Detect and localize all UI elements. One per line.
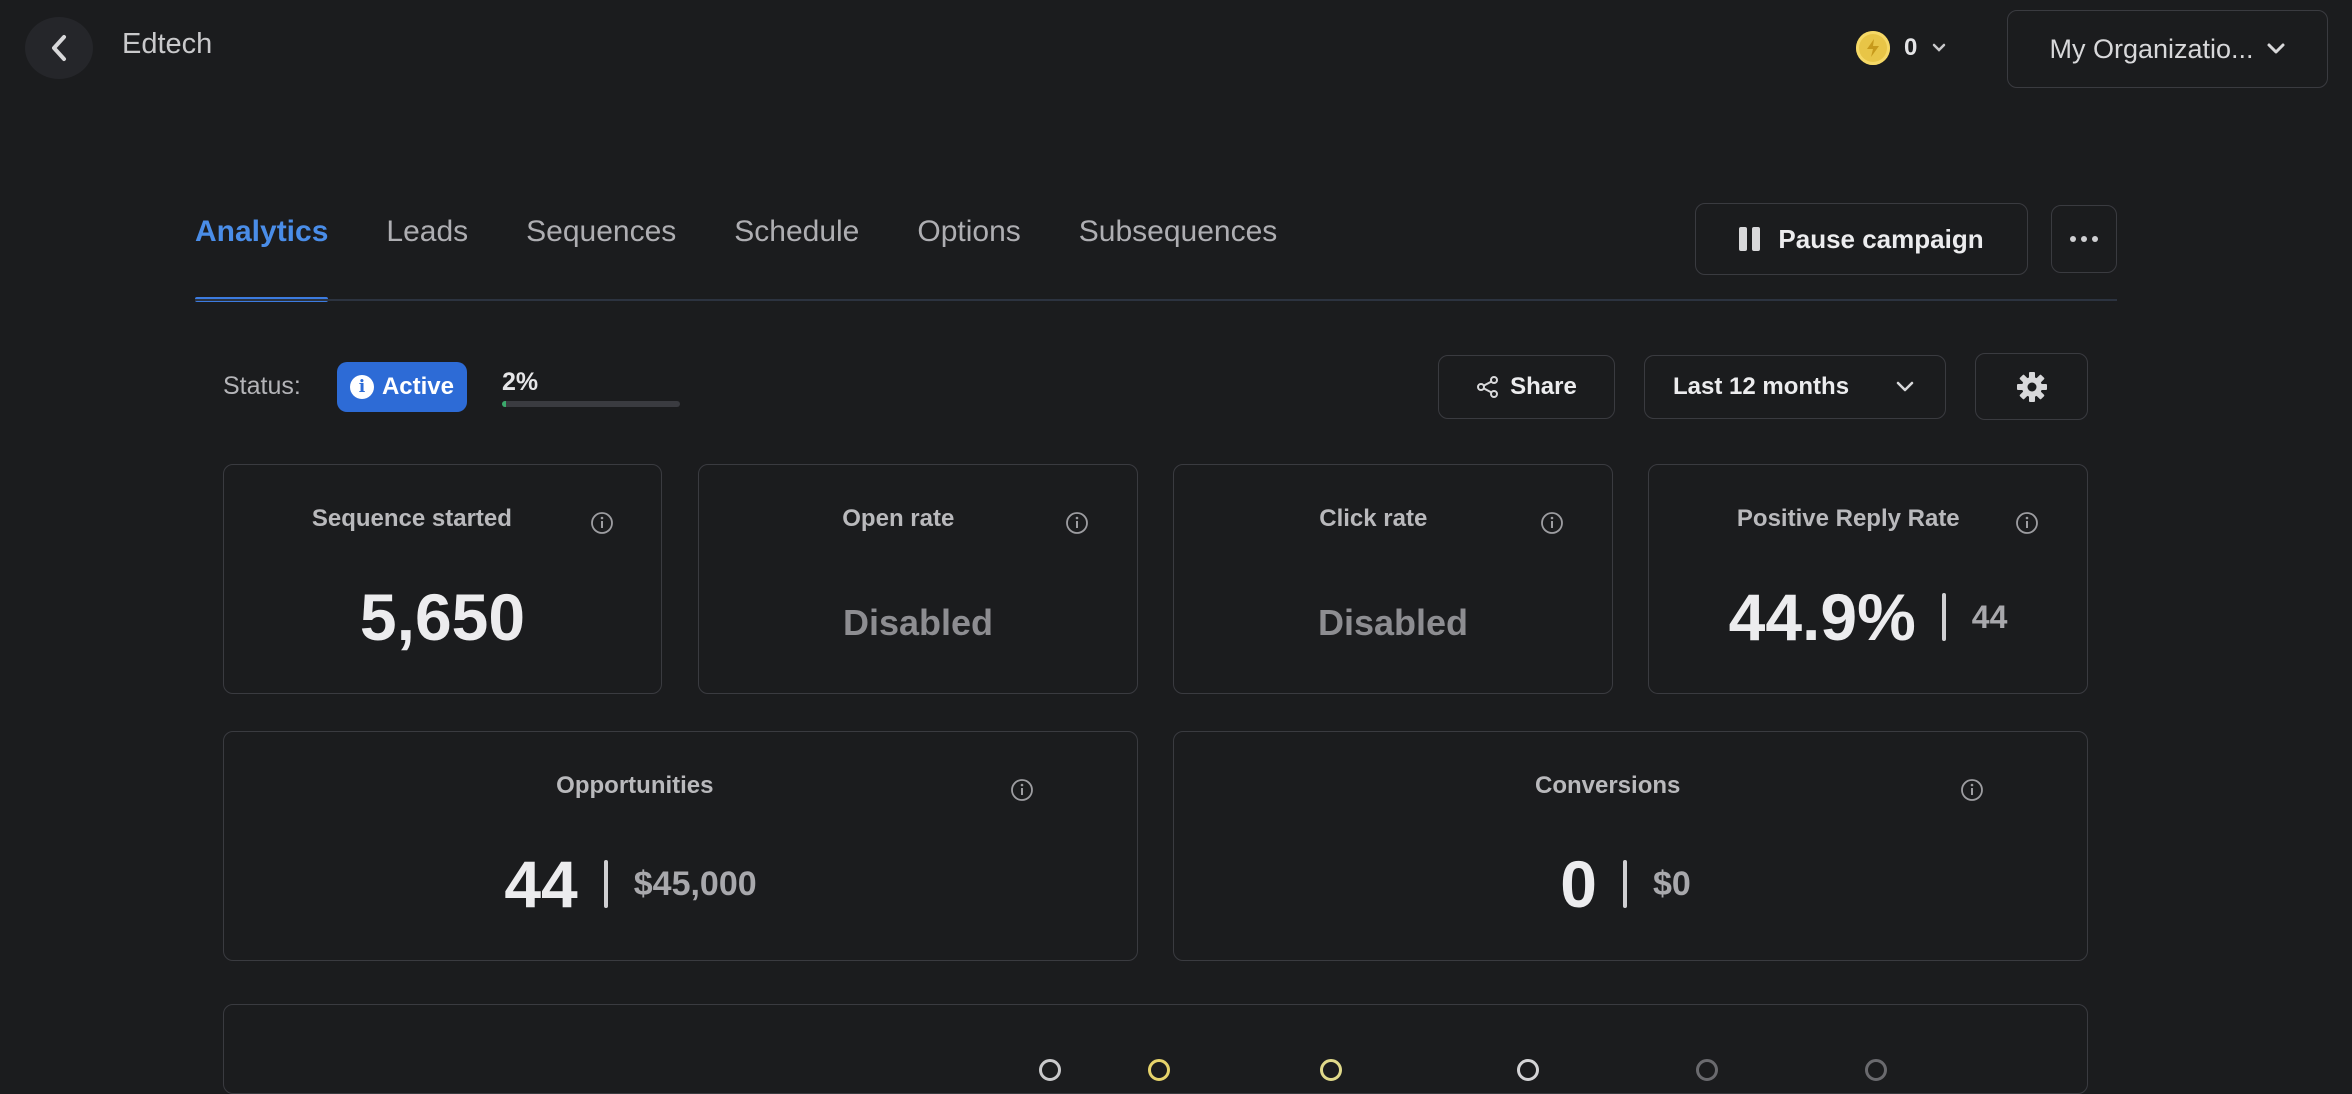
chevron-left-icon [52, 35, 66, 61]
info-icon[interactable] [1065, 511, 1089, 535]
campaign-title: Edtech [122, 28, 213, 60]
info-icon[interactable] [2015, 511, 2039, 535]
metric-value: Disabled [842, 602, 994, 643]
metric-title: Positive Reply Rate [1736, 505, 1960, 532]
metric-title: Click rate [1319, 505, 1428, 532]
value-separator [1622, 860, 1627, 908]
metric-card-conversions: Conversions 0 $0 [1173, 731, 2088, 961]
metric-card-sequence-started: Sequence started 5,650 [223, 464, 662, 694]
legend-marker[interactable] [1039, 1059, 1061, 1081]
metric-amount: $45,000 [633, 864, 757, 903]
metric-card-click-rate: Click rate Disabled [1173, 464, 1613, 694]
legend-marker[interactable] [1517, 1059, 1539, 1081]
legend-marker[interactable] [1865, 1059, 1887, 1081]
info-icon: i [349, 375, 374, 399]
organization-select[interactable]: My Organizatio... [2007, 10, 2328, 88]
tab-subsequences[interactable]: Subsequences [1079, 200, 1278, 302]
metric-value: 44.9% [1728, 580, 1916, 654]
metric-title: Opportunities [556, 772, 714, 799]
share-button[interactable]: Share [1438, 355, 1615, 419]
metric-title: Sequence started [311, 505, 512, 532]
info-icon[interactable] [1960, 778, 1984, 802]
share-icon [1477, 376, 1499, 398]
back-button[interactable] [25, 17, 93, 79]
status-badge: i Active [337, 362, 467, 412]
tab-options[interactable]: Options [917, 200, 1020, 302]
legend-marker[interactable] [1320, 1059, 1342, 1081]
date-range-select[interactable]: Last 12 months [1644, 355, 1946, 419]
info-icon[interactable] [590, 511, 614, 535]
tab-leads[interactable]: Leads [386, 200, 468, 302]
more-dots-icon [2070, 236, 2076, 242]
metric-value: 5,650 [359, 580, 526, 654]
date-range-value: Last 12 months [1673, 373, 1850, 400]
chevron-down-icon [2267, 43, 2285, 54]
metric-card-opportunities: Opportunities 44 $45,000 [223, 731, 1138, 961]
progress-fill [502, 401, 506, 407]
tab-analytics[interactable]: Analytics [195, 200, 329, 302]
value-separator [603, 860, 608, 908]
progress-bar [502, 401, 680, 407]
credits-dropdown[interactable]: 0 [1856, 29, 1947, 67]
legend-marker[interactable] [1148, 1059, 1170, 1081]
legend-marker[interactable] [1696, 1059, 1718, 1081]
coin-icon [1856, 31, 1890, 65]
info-icon[interactable] [1010, 778, 1034, 802]
settings-button[interactable] [1975, 353, 2088, 420]
analytics-chart-panel [223, 1004, 2088, 1094]
metric-amount: $0 [1652, 864, 1691, 903]
organization-name: My Organizatio... [2049, 33, 2254, 64]
metric-title: Open rate [842, 505, 955, 532]
chevron-down-icon [1896, 381, 1914, 392]
more-options-button[interactable] [2051, 205, 2117, 273]
top-bar: Edtech 0 My Organizatio... [0, 0, 2352, 96]
tab-schedule[interactable]: Schedule [734, 200, 859, 302]
status-badge-label: Active [381, 373, 455, 400]
info-icon[interactable] [1540, 511, 1564, 535]
metric-card-positive-reply-rate: Positive Reply Rate 44.9% 44 [1648, 464, 2088, 694]
progress-percent: 2% [502, 368, 539, 396]
metric-card-open-rate: Open rate Disabled [698, 464, 1138, 694]
metric-title: Conversions [1534, 772, 1681, 799]
pause-campaign-button[interactable]: Pause campaign [1695, 203, 2028, 275]
pause-icon [1739, 227, 1761, 251]
gear-icon [2016, 371, 2047, 402]
tabs-divider [195, 299, 2117, 301]
share-label: Share [1510, 373, 1577, 400]
campaign-tabs: Analytics Leads Sequences Schedule Optio… [195, 200, 1335, 302]
pause-campaign-label: Pause campaign [1778, 223, 1984, 254]
value-separator [1941, 593, 1946, 641]
credits-count: 0 [1904, 34, 1918, 61]
tab-sequences[interactable]: Sequences [526, 200, 676, 302]
metric-value: 44 [504, 847, 578, 921]
metric-value: 0 [1560, 847, 1597, 921]
chevron-down-icon [1933, 43, 1946, 52]
metric-value: Disabled [1317, 602, 1469, 643]
metric-count: 44 [1971, 598, 2008, 635]
status-label: Status: [223, 372, 301, 400]
